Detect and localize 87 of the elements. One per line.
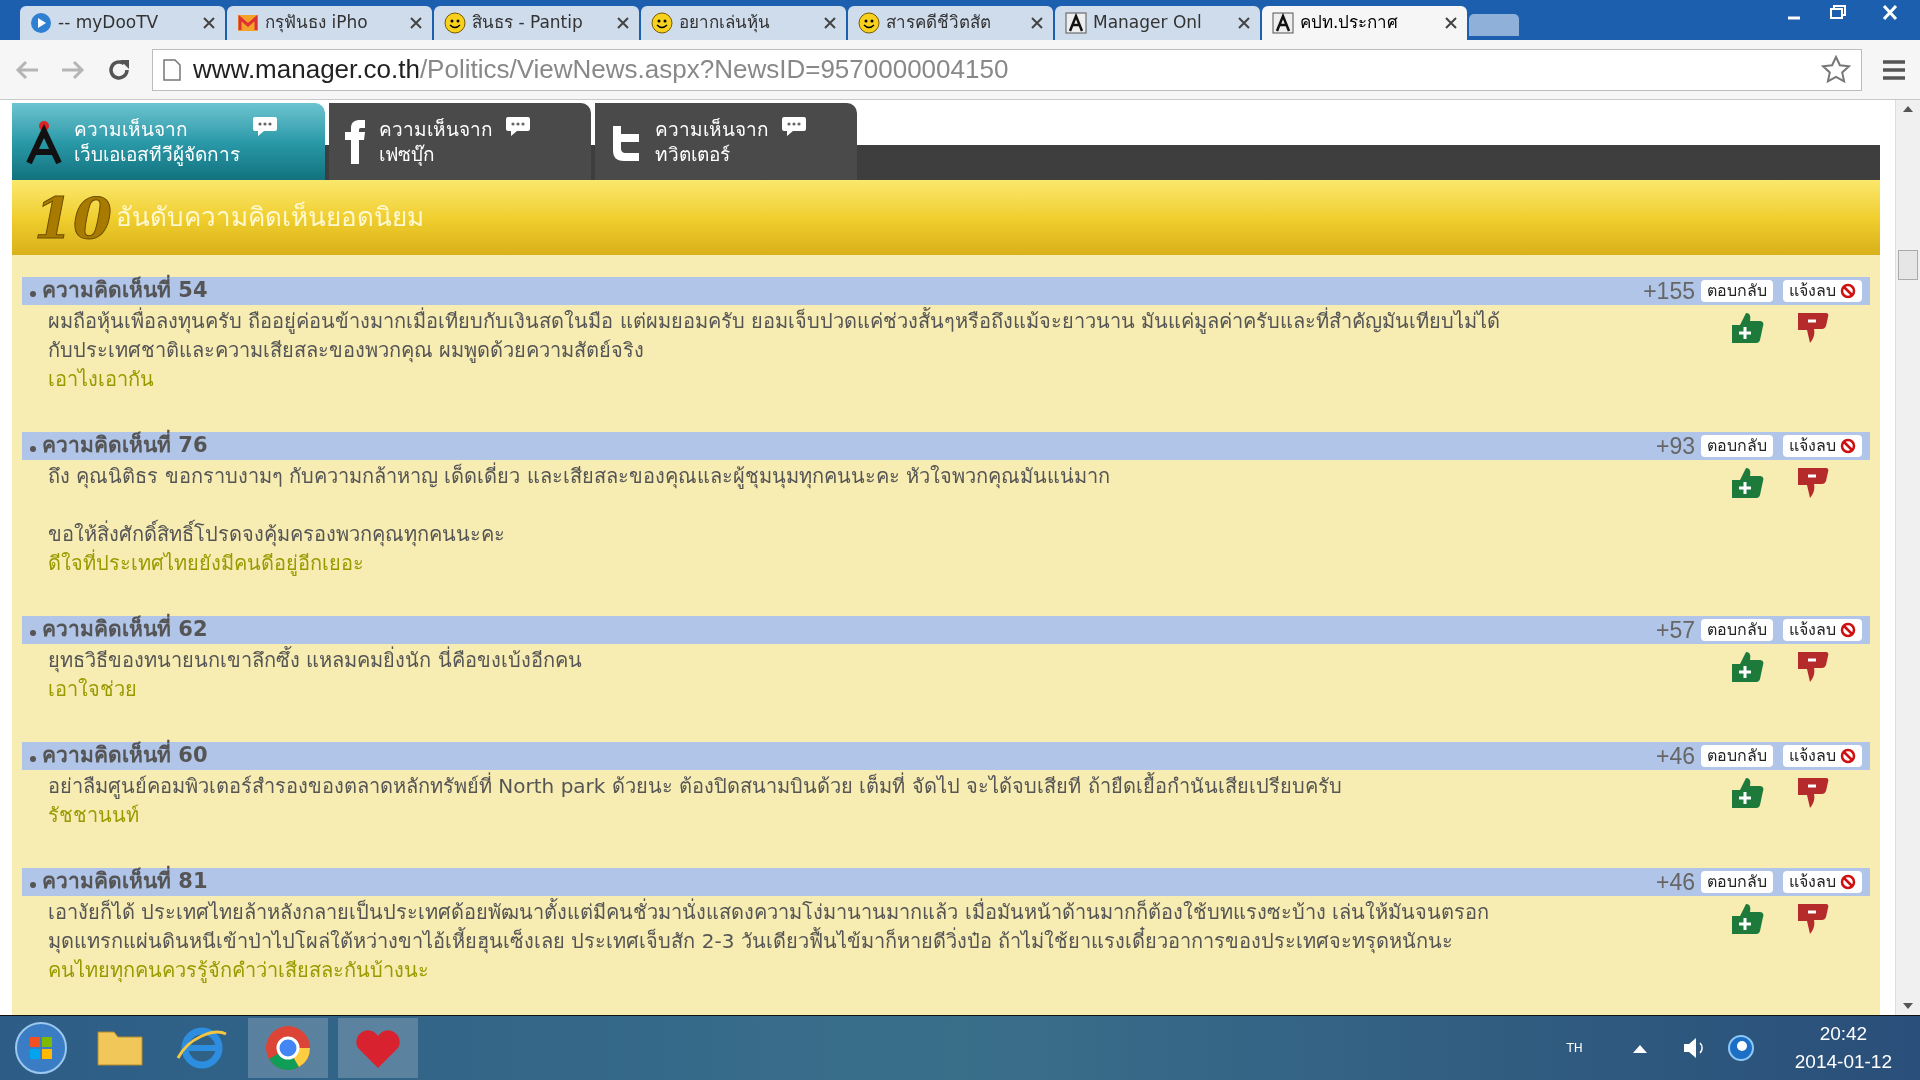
bookmark-star-icon[interactable]	[1821, 54, 1851, 85]
close-icon[interactable]	[1238, 17, 1250, 29]
smiley-icon	[651, 12, 673, 34]
browser-tab[interactable]: Manager Onl	[1055, 6, 1260, 40]
language-indicator[interactable]: TH	[1566, 1039, 1583, 1057]
comment-signature: คนไทยทุกคนควรรู้จักคำว่าเสียสละกันบ้างนะ	[48, 957, 430, 985]
menu-icon[interactable]	[1882, 58, 1906, 81]
source-tab[interactable]: ความเห็นจาก เฟซบุ๊ก	[329, 103, 591, 180]
browser-tab[interactable]: สารคดีชีวิตสัต	[848, 6, 1053, 40]
comment-text: อย่าลืมศูนย์คอมพิวเตอร์สำรองของตลาดหลักทรัพย์ที่ North park ด้วยนะ ต้องปิดสนามบินด้วย เต็มที่ จัดไป จะได้จบเสียที ถ้ายืดเยื้อกำนันเสียเปรียบครับ	[48, 772, 1343, 801]
close-icon[interactable]	[824, 17, 836, 29]
prohibited-icon	[1840, 874, 1856, 890]
comment-heading: ความคิดเห็นที่ 60	[42, 740, 208, 772]
reply-button[interactable]: ตอบกลับ	[1701, 280, 1773, 302]
address-bar[interactable]: www.manager.co.th/Politics/ViewNews.aspx?NewsID=9570000004150	[152, 48, 1862, 91]
speech-bubble-icon	[252, 115, 278, 137]
prohibited-icon	[1840, 748, 1856, 764]
report-button[interactable]: แจ้งลบ	[1783, 619, 1862, 641]
letter-a-logo-icon	[1272, 12, 1294, 34]
reply-button[interactable]: ตอบกลับ	[1701, 435, 1773, 457]
comment-text: ขอให้สิ่งศักดิ์สิทธิ์โปรดจงคุ้มครองพวกคุณทุกคนนะคะ	[48, 520, 1513, 549]
close-icon[interactable]	[410, 17, 422, 29]
comment-text: ผมถือหุ้นเพื่อลงทุนครับ ถืออยู่ค่อนข้างมากเมื่อเทียบกับเงินสดในมือ แต่ผมยอมครับ ยอมเจ็บปวดแค่ช่วงสั้นๆหรือถึงแม้จะยาวนาน มันแค่มูลค่าครับและที่สำคัญมันเทียบไม่ได้ กับประเทศชาติและความเสียสละของพวกคุณ ผมพูดด้วยความสัตย์จริง	[48, 307, 1502, 365]
report-button[interactable]: แจ้งลบ	[1783, 280, 1862, 302]
close-icon[interactable]	[1445, 17, 1457, 29]
bullet-icon	[30, 756, 36, 762]
letter-a-logo-icon	[26, 118, 62, 165]
comment-text: เอางัยก็ได้ ประเทศไทยล้าหลังกลายเป็นประเทศด้อยพัฒนาตั้งแต่มีคนชั่วมานั่งแสดงความโง่มานานมากแล้ว เมื่อมันหน้าด้านมากก็ต้องใช้บทแรงซะบ้าง เล่นให้มันจนตรอก มุดแทรกแผ่นดินหนีเข้าป่าไปโผล่ใต้หว่างขาไอ้เหี้ยฮุนเซ็งเลย ประเทศเจ็บสัก 2-3 วันเดียวฟื้นไข้มาก็หายดีวิ่งป๋อ ถ้าไม่ใช้ยาแรงเดี๋ยวอาการของประเทศจะทรุดหนักนะ	[48, 898, 1491, 956]
letter-a-logo-icon	[1065, 12, 1087, 34]
scrollbar-thumb[interactable]	[1898, 250, 1918, 280]
comment-signature: ดีใจที่ประเทศไทยยังมีคนดีอยู่อีกเยอะ	[48, 549, 365, 578]
reply-button[interactable]: ตอบกลับ	[1701, 745, 1773, 767]
banner-title: อันดับความคิดเห็นยอดนิยม	[115, 200, 424, 234]
source-tab[interactable]: ความเห็นจาก ทวิตเตอร์	[595, 103, 857, 180]
source-tab[interactable]: ความเห็นจาก เว็บเอเอสทีวีผู้จัดการ	[12, 103, 325, 180]
scroll-down-icon[interactable]	[1903, 1003, 1913, 1009]
reply-button[interactable]: ตอบกลับ	[1701, 871, 1773, 893]
close-icon[interactable]	[1031, 17, 1043, 29]
prohibited-icon	[1840, 438, 1856, 454]
reply-button[interactable]: ตอบกลับ	[1701, 619, 1773, 641]
smiley-icon	[444, 12, 466, 34]
comment-signature: รัชชานนท์	[48, 802, 140, 829]
prohibited-icon	[1840, 622, 1856, 638]
bullet-icon	[30, 291, 36, 297]
bullet-icon	[30, 446, 36, 452]
play-logo-icon	[30, 12, 52, 34]
chrome-icon[interactable]	[248, 1018, 328, 1078]
comment-signature: เอาใจช่วย	[48, 676, 138, 703]
vote-score: +155	[1643, 276, 1695, 306]
report-button[interactable]: แจ้งลบ	[1783, 435, 1862, 457]
comment-heading: ความคิดเห็นที่ 54	[42, 275, 208, 307]
report-button[interactable]: แจ้งลบ	[1783, 871, 1862, 893]
mail-m-icon	[237, 13, 259, 33]
show-hidden-icon[interactable]	[1632, 1043, 1647, 1053]
scroll-up-icon[interactable]	[1903, 106, 1913, 112]
clock-date[interactable]: 2014-01-12	[1794, 1048, 1892, 1076]
speech-bubble-icon	[781, 115, 807, 137]
comment-heading: ความคิดเห็นที่ 81	[42, 866, 208, 898]
clock-time[interactable]: 20:42	[1819, 1020, 1868, 1048]
browser-tab[interactable]: คปท.ประกาศ	[1262, 6, 1467, 40]
banner-number: 10	[34, 189, 112, 246]
comment-heading: ความคิดเห็นที่ 62	[42, 614, 208, 646]
url-text: www.manager.co.th/Politics/ViewNews.aspx?NewsID=9570000004150	[193, 53, 1009, 86]
comment-text: ถึง คุณนิติธร ขอกราบงามๆ กับความกล้าหาญ เด็ดเดี่ยว และเสียสละของคุณและผู้ชุมนุมทุกคนนะคะ หัวใจพวกคุณมันแน่มาก	[48, 462, 1112, 491]
vote-score: +46	[1656, 741, 1695, 771]
smiley-icon	[858, 12, 880, 34]
browser-tab[interactable]: -- myDooTV	[20, 6, 225, 40]
page-icon	[163, 58, 181, 81]
bullet-icon	[30, 882, 36, 888]
browser-tab[interactable]: กรุฟันธง iPho	[227, 6, 432, 40]
close-icon[interactable]	[617, 17, 629, 29]
network-icon[interactable]	[1726, 1034, 1755, 1062]
letter-f-icon	[343, 119, 367, 164]
vote-score: +46	[1656, 867, 1695, 897]
report-button[interactable]: แจ้งลบ	[1783, 745, 1862, 767]
comment-signature: เอาไงเอากัน	[48, 366, 155, 393]
bullet-icon	[30, 630, 36, 636]
browser-tab[interactable]: สินธร - Pantip	[434, 6, 639, 40]
comment-text: ยุทธวิธีของทนายนกเขาลึกซึ้ง แหลมคมยิ่งนัก นี่คือขงเบ้งอีกคน	[48, 646, 583, 675]
vote-score: +93	[1656, 431, 1695, 461]
speech-bubble-icon	[505, 115, 531, 137]
scrollbar[interactable]	[1895, 100, 1920, 1015]
prohibited-icon	[1840, 283, 1856, 299]
comment-heading: ความคิดเห็นที่ 76	[42, 430, 208, 462]
close-icon[interactable]	[203, 17, 215, 29]
browser-tab[interactable]: อยากเล่นหุ้น	[641, 6, 846, 40]
vote-score: +57	[1656, 615, 1695, 645]
